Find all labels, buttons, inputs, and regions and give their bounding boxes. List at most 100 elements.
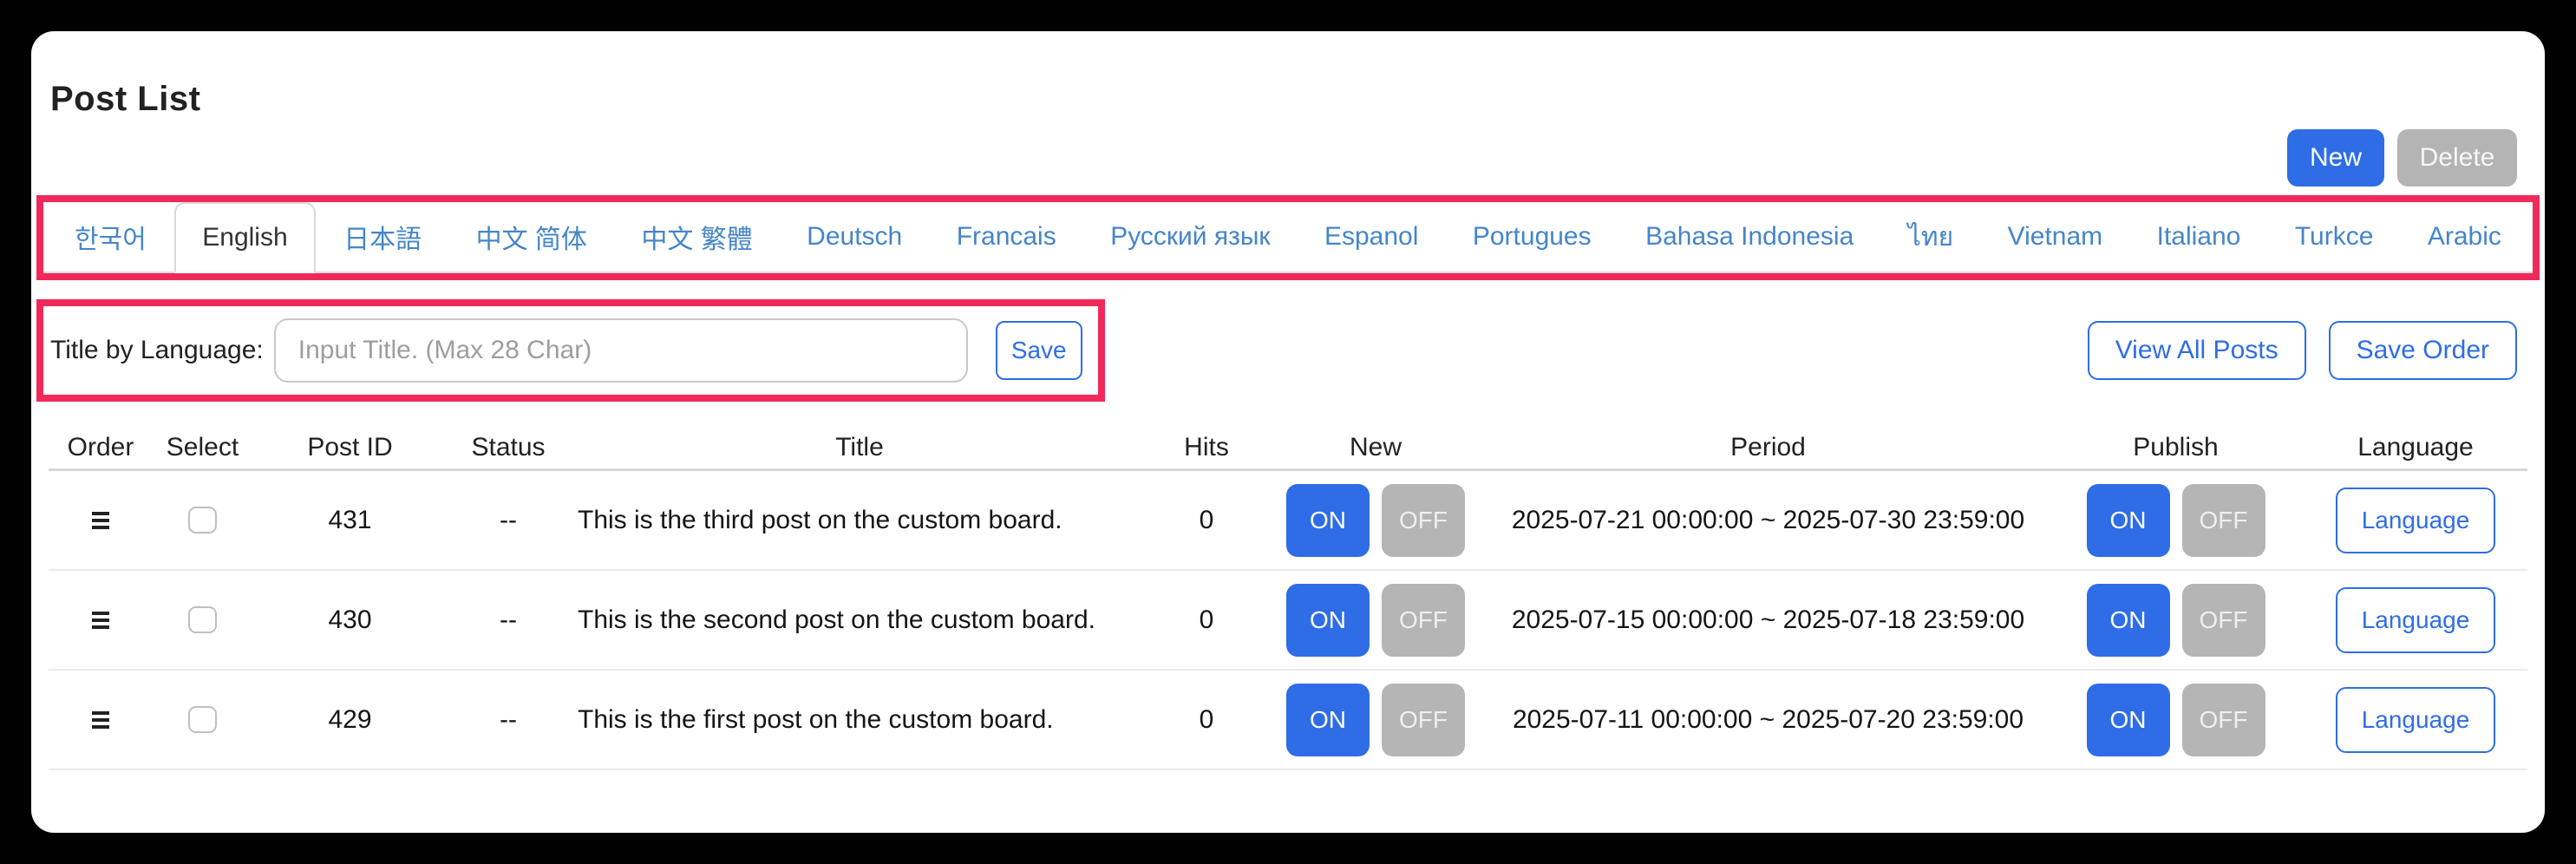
language-tab[interactable]: Turkce — [2269, 202, 2400, 272]
status-cell: -- — [448, 506, 569, 535]
post-title-cell[interactable]: This is the second post on the custom bo… — [569, 605, 1150, 635]
new-toggle: ON OFF — [1286, 584, 1465, 657]
post-id-cell: 429 — [252, 705, 448, 735]
page-title: Post List — [50, 80, 2527, 119]
period-cell: 2025-07-11 00:00:00 ~ 2025-07-20 23:59:0… — [1488, 705, 2048, 735]
language-tab-label: Русский язык — [1110, 222, 1270, 252]
column-header-new: New — [1263, 433, 1488, 462]
language-tab[interactable]: Vietnam — [1982, 202, 2129, 272]
publish-on-button[interactable]: ON — [2087, 584, 2170, 657]
language-tab[interactable]: Deutsch — [781, 202, 928, 272]
column-header-publish: Publish — [2048, 433, 2304, 462]
language-button[interactable]: Language — [2336, 687, 2495, 753]
language-tab[interactable]: 日本語 — [317, 202, 448, 272]
table-row: 429 -- This is the first post on the cus… — [49, 671, 2527, 770]
publish-on-button[interactable]: ON — [2087, 684, 2170, 756]
language-tab-label: Turkce — [2295, 222, 2374, 252]
title-by-language-label: Title by Language: — [50, 336, 264, 365]
language-tab[interactable]: 中文 繁體 — [615, 202, 778, 272]
post-table: Order Select Post ID Status Title Hits N… — [49, 426, 2527, 770]
publish-toggle: ON OFF — [2087, 684, 2265, 756]
language-tab[interactable]: English — [174, 202, 315, 273]
drag-handle-icon[interactable] — [87, 606, 114, 634]
new-off-button[interactable]: OFF — [1382, 684, 1465, 756]
language-tab-label: ไทย — [1908, 217, 1953, 258]
column-header-language: Language — [2304, 433, 2527, 462]
publish-off-button[interactable]: OFF — [2182, 584, 2265, 657]
language-tab-label: Italiano — [2157, 222, 2241, 252]
publish-toggle: ON OFF — [2087, 484, 2265, 557]
row-select-checkbox[interactable] — [188, 606, 217, 633]
post-title-cell[interactable]: This is the third post on the custom boa… — [569, 506, 1150, 535]
new-toggle: ON OFF — [1286, 484, 1465, 557]
period-cell: 2025-07-15 00:00:00 ~ 2025-07-18 23:59:0… — [1488, 605, 2048, 635]
post-list-panel: Post List New Delete 한국어 English 日本語 中文 … — [31, 31, 2545, 833]
status-cell: -- — [448, 605, 569, 635]
language-tab[interactable]: Francais — [931, 202, 1082, 272]
language-tab[interactable]: Русский язык — [1084, 202, 1296, 272]
language-tab[interactable]: Espanol — [1298, 202, 1444, 272]
new-off-button[interactable]: OFF — [1382, 584, 1465, 657]
language-tab-label: Francais — [957, 222, 1056, 252]
hits-cell: 0 — [1150, 506, 1263, 535]
post-id-cell: 431 — [252, 506, 448, 535]
language-tab-label: Espanol — [1324, 222, 1418, 252]
publish-on-button[interactable]: ON — [2087, 484, 2170, 557]
publish-toggle: ON OFF — [2087, 584, 2265, 657]
column-header-title: Title — [569, 433, 1150, 462]
language-tab-label: 中文 繁體 — [641, 218, 752, 256]
language-tab[interactable]: ไทย — [1882, 202, 1979, 272]
save-title-button[interactable]: Save — [996, 321, 1082, 380]
row-select-checkbox[interactable] — [188, 507, 217, 533]
language-tab[interactable]: Arabic — [2402, 202, 2527, 272]
column-header-status: Status — [448, 433, 569, 462]
header-actions: New Delete — [49, 129, 2517, 187]
language-button[interactable]: Language — [2336, 587, 2495, 653]
language-tab-label: 한국어 — [75, 218, 147, 256]
new-on-button[interactable]: ON — [1286, 584, 1370, 657]
language-tab-label: Portugues — [1473, 222, 1592, 252]
new-toggle: ON OFF — [1286, 684, 1465, 756]
column-header-hits: Hits — [1150, 433, 1263, 462]
language-tab-label: Vietnam — [2008, 222, 2103, 252]
row-select-checkbox[interactable] — [188, 706, 217, 733]
language-button[interactable]: Language — [2336, 488, 2495, 553]
post-id-cell: 430 — [252, 605, 448, 635]
new-off-button[interactable]: OFF — [1382, 484, 1465, 557]
delete-button[interactable]: Delete — [2397, 129, 2517, 187]
column-header-select: Select — [153, 433, 252, 462]
language-tab[interactable]: Portugues — [1447, 202, 1618, 272]
drag-handle-icon[interactable] — [87, 706, 114, 734]
save-order-button[interactable]: Save Order — [2329, 321, 2517, 380]
column-header-period: Period — [1488, 433, 2048, 462]
view-all-posts-button[interactable]: View All Posts — [2088, 321, 2306, 380]
language-tab[interactable]: Italiano — [2131, 202, 2267, 272]
drag-handle-icon[interactable] — [87, 507, 114, 534]
language-tab-label: 日本語 — [343, 218, 422, 256]
language-tab[interactable]: 中文 简体 — [450, 202, 613, 272]
publish-off-button[interactable]: OFF — [2182, 484, 2265, 557]
language-tab-label: Bahasa Indonesia — [1645, 222, 1854, 252]
highlight-box-tabs: 한국어 English 日本語 中文 简体 中文 繁體 — [36, 195, 2540, 280]
table-header-row: Order Select Post ID Status Title Hits N… — [49, 426, 2527, 471]
post-title-cell[interactable]: This is the first post on the custom boa… — [569, 705, 1150, 735]
language-tab-label: 中文 简体 — [476, 218, 587, 256]
language-tab[interactable]: 한국어 — [49, 202, 173, 272]
language-tab[interactable]: Bahasa Indonesia — [1619, 202, 1880, 272]
new-on-button[interactable]: ON — [1286, 684, 1370, 756]
new-on-button[interactable]: ON — [1286, 484, 1370, 557]
language-tab-bar: 한국어 English 日本語 中文 简体 中文 繁體 — [43, 202, 2533, 273]
status-cell: -- — [448, 705, 569, 735]
publish-off-button[interactable]: OFF — [2182, 684, 2265, 756]
title-input[interactable] — [274, 318, 968, 383]
new-button[interactable]: New — [2287, 129, 2384, 187]
language-tab-label: Arabic — [2428, 222, 2501, 252]
toolbar-right-actions: View All Posts Save Order — [2088, 321, 2517, 380]
period-cell: 2025-07-21 00:00:00 ~ 2025-07-30 23:59:0… — [1488, 506, 2048, 535]
column-header-order: Order — [49, 433, 153, 462]
language-tab-label: English — [202, 223, 287, 252]
hits-cell: 0 — [1150, 605, 1263, 635]
column-header-post-id: Post ID — [252, 433, 448, 462]
table-row: 431 -- This is the third post on the cus… — [49, 471, 2527, 571]
highlight-box-title-by-language: Title by Language: Save — [36, 299, 1105, 402]
